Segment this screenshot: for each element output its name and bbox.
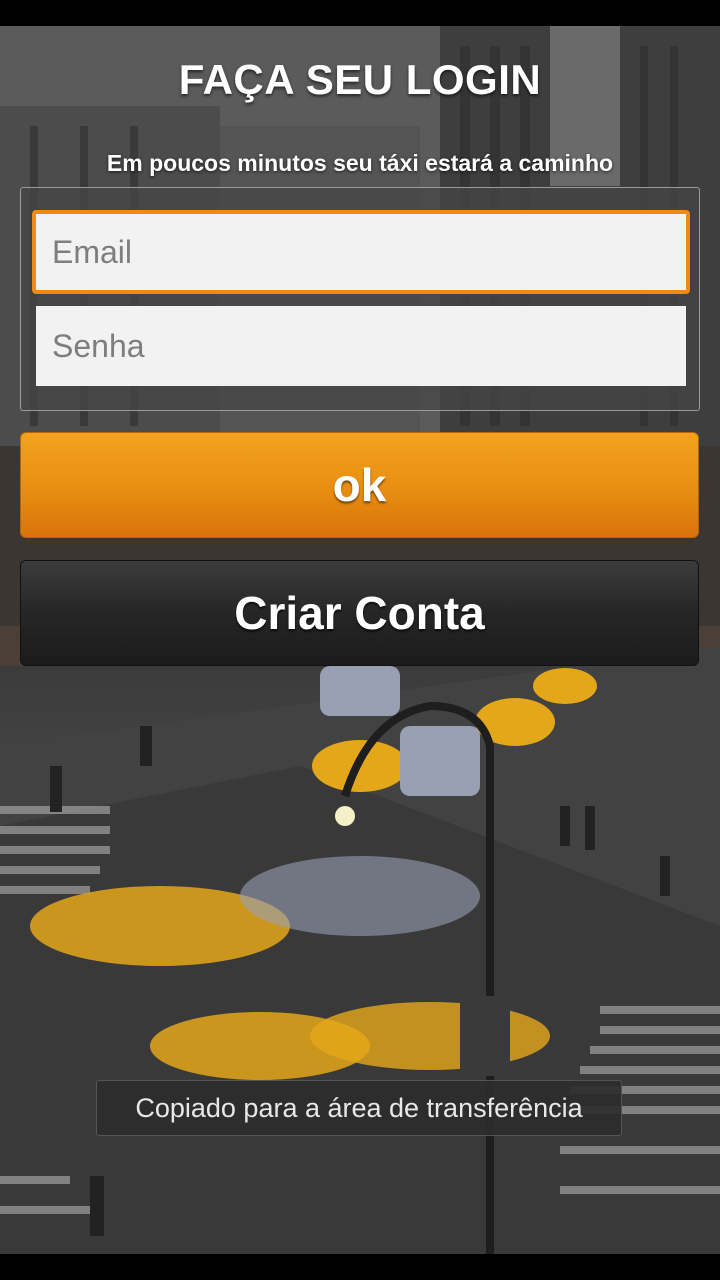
- status-bar: [0, 0, 720, 26]
- password-field[interactable]: [36, 306, 686, 386]
- app-screen: FAÇA SEU LOGIN Em poucos minutos seu táx…: [0, 0, 720, 1280]
- ok-button[interactable]: ok: [20, 432, 699, 538]
- page-subtitle: Em poucos minutos seu táxi estará a cami…: [106, 150, 614, 176]
- email-field[interactable]: [32, 210, 690, 294]
- navigation-bar: [0, 1254, 720, 1280]
- toast-message: Copiado para a área de transferência: [96, 1080, 622, 1136]
- page-title: FAÇA SEU LOGIN: [178, 56, 542, 103]
- create-account-button[interactable]: Criar Conta: [20, 560, 699, 666]
- login-form-panel: [20, 187, 700, 411]
